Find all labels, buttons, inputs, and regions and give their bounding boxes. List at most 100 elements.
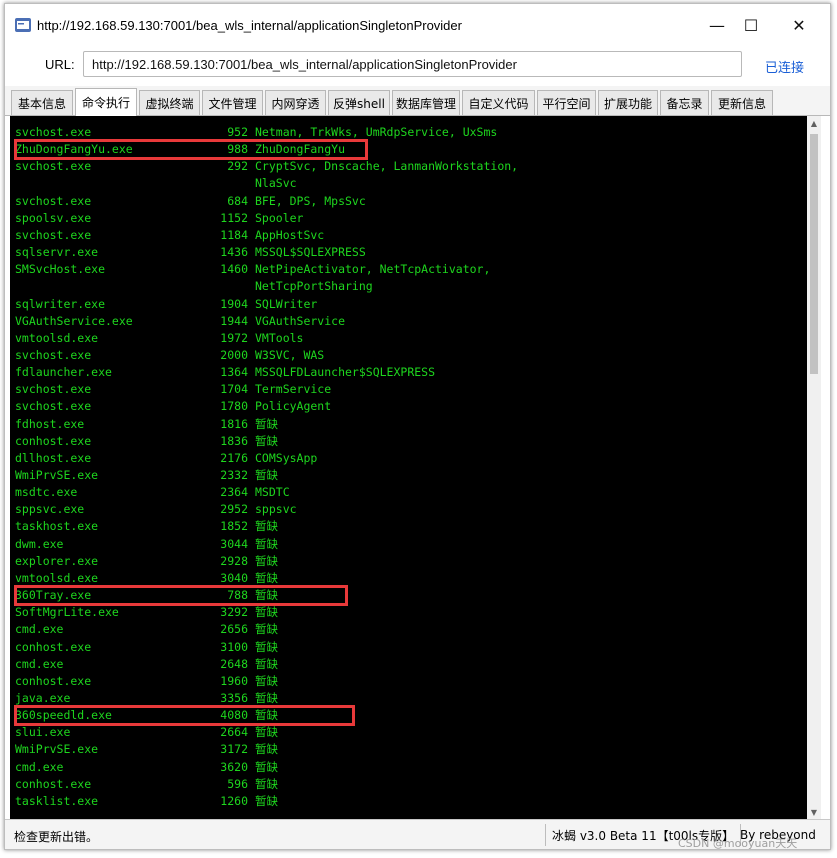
console-line: NetTcpPortSharing: [10, 278, 807, 295]
console-line: VGAuthService.exe 1944 VGAuthService: [10, 313, 807, 330]
process-name: conhost.exe: [15, 433, 92, 448]
scroll-down-icon[interactable]: ▼: [807, 805, 821, 819]
process-name: svchost.exe: [15, 227, 92, 242]
app-icon: [15, 18, 31, 32]
console-line: svchost.exe 684 BFE, DPS, MpsSvc: [10, 193, 807, 210]
process-pid: 2664: [220, 725, 248, 740]
process-pid: 1364: [220, 365, 248, 380]
url-input[interactable]: http://192.168.59.130:7001/bea_wls_inter…: [83, 51, 742, 77]
process-pid: 1260: [220, 793, 248, 808]
process-pid: 596: [227, 776, 248, 791]
tab-command-exec[interactable]: 命令执行: [75, 88, 137, 116]
process-service: VGAuthService: [255, 313, 346, 328]
process-service: TermService: [255, 382, 332, 397]
process-name: svchost.exe: [15, 347, 92, 362]
process-name: WmiPrvSE.exe: [15, 742, 99, 757]
process-service: 暂缺: [255, 570, 278, 585]
console-line: svchost.exe 1780 PolicyAgent: [10, 398, 807, 415]
process-pid: 684: [227, 193, 248, 208]
tab-intranet-tunnel[interactable]: 内网穿透: [265, 90, 326, 115]
process-service: ZhuDongFangYu: [255, 142, 346, 157]
scroll-up-icon[interactable]: ▲: [807, 116, 821, 130]
console-line: WmiPrvSE.exe 2332 暂缺: [10, 467, 807, 484]
process-name: SMSvcHost.exe: [15, 262, 106, 277]
tab-bar: 基本信息 命令执行 虚拟终端 文件管理 内网穿透 反弹shell 数据库管理 自…: [5, 86, 830, 116]
console-line: sqlwriter.exe 1904 SQLWriter: [10, 296, 807, 313]
process-service: CryptSvc, Dnscache, LanmanWorkstation,: [255, 159, 519, 174]
tab-reverse-shell[interactable]: 反弹shell: [328, 90, 390, 115]
process-name: msdtc.exe: [15, 485, 78, 500]
process-service: MSSQL$SQLEXPRESS: [255, 245, 366, 260]
status-message: 检查更新出错。: [14, 830, 99, 844]
tab-basic-info[interactable]: 基本信息: [11, 90, 73, 115]
console-line: cmd.exe 2648 暂缺: [10, 656, 807, 673]
process-name: fdlauncher.exe: [15, 365, 112, 380]
console-line: tasklist.exe 1260 暂缺: [10, 793, 807, 810]
tab-file-manager[interactable]: 文件管理: [202, 90, 263, 115]
process-service: 暂缺: [255, 690, 278, 705]
process-service: 暂缺: [255, 656, 278, 671]
process-pid: 2176: [220, 450, 248, 465]
console-line: 360Tray.exe 788 暂缺: [10, 587, 807, 604]
scroll-thumb[interactable]: [810, 134, 818, 374]
process-service: 暂缺: [255, 759, 278, 774]
tab-database-manager[interactable]: 数据库管理: [392, 90, 460, 115]
process-pid: 1904: [220, 296, 248, 311]
process-service: 暂缺: [255, 468, 278, 482]
process-name: sppsvc.exe: [15, 502, 85, 517]
close-icon: ✕: [792, 15, 806, 35]
process-service: 暂缺: [255, 708, 278, 723]
process-name: ZhuDongFangYu.exe: [15, 142, 133, 157]
process-pid: 2952: [220, 502, 248, 517]
console-line: svchost.exe 1704 TermService: [10, 381, 807, 398]
maximize-button[interactable]: ☐: [729, 11, 773, 39]
process-name: svchost.exe: [15, 125, 92, 139]
process-pid: 1960: [220, 673, 248, 688]
process-service: VMTools: [255, 330, 304, 345]
url-bar: URL: http://192.168.59.130:7001/bea_wls_…: [5, 44, 830, 86]
tab-virtual-terminal[interactable]: 虚拟终端: [139, 90, 200, 115]
process-pid: 292: [227, 159, 248, 174]
tab-parallel-space[interactable]: 平行空间: [537, 90, 596, 115]
connection-status[interactable]: 已连接: [765, 57, 804, 76]
console-line: conhost.exe 596 暂缺: [10, 776, 807, 793]
process-service: 暂缺: [255, 639, 278, 654]
process-name: conhost.exe: [15, 776, 92, 791]
process-name: spoolsv.exe: [15, 210, 92, 225]
process-service: PolicyAgent: [255, 399, 332, 414]
console-line: ZhuDongFangYu.exe 988 ZhuDongFangYu: [10, 141, 807, 158]
console-line: spoolsv.exe 1152 Spooler: [10, 210, 807, 227]
console-line: vmtoolsd.exe 3040 暂缺: [10, 570, 807, 587]
tab-memo[interactable]: 备忘录: [660, 90, 709, 115]
close-button[interactable]: ✕: [777, 11, 821, 39]
console-line: svchost.exe 1184 AppHostSvc: [10, 227, 807, 244]
tab-update-info[interactable]: 更新信息: [711, 90, 773, 115]
process-service: 暂缺: [255, 673, 278, 688]
process-pid: 3356: [220, 690, 248, 705]
vertical-scrollbar[interactable]: ▲ ▼: [807, 116, 821, 819]
process-pid: 1436: [220, 245, 248, 260]
process-name: fdhost.exe: [15, 416, 85, 431]
process-name: conhost.exe: [15, 639, 92, 654]
process-service: MSSQLFDLauncher$SQLEXPRESS: [255, 365, 436, 380]
console-line: svchost.exe 2000 W3SVC, WAS: [10, 347, 807, 364]
window-title: http://192.168.59.130:7001/bea_wls_inter…: [37, 18, 462, 33]
process-service: SQLWriter: [255, 296, 318, 311]
process-service: 暂缺: [255, 553, 278, 568]
process-pid: 1836: [220, 433, 248, 448]
process-name: VGAuthService.exe: [15, 313, 133, 328]
process-service: 暂缺: [255, 605, 278, 620]
process-service: 暂缺: [255, 416, 278, 431]
process-service: COMSysApp: [255, 450, 318, 465]
process-pid: 1184: [220, 227, 248, 242]
process-service: AppHostSvc: [255, 227, 325, 242]
url-label: URL:: [45, 57, 75, 72]
console-line: fdlauncher.exe 1364 MSSQLFDLauncher$SQLEXP…: [10, 364, 807, 381]
process-name: svchost.exe: [15, 399, 92, 414]
process-name: conhost.exe: [15, 673, 92, 688]
command-output-console[interactable]: svchost.exe 952 Netman, TrkWks, UmRdpServi…: [10, 116, 807, 819]
tab-custom-code[interactable]: 自定义代码: [462, 90, 535, 115]
tab-extensions[interactable]: 扩展功能: [598, 90, 658, 115]
process-pid: 2656: [220, 622, 248, 637]
process-service: 暂缺: [255, 433, 278, 448]
